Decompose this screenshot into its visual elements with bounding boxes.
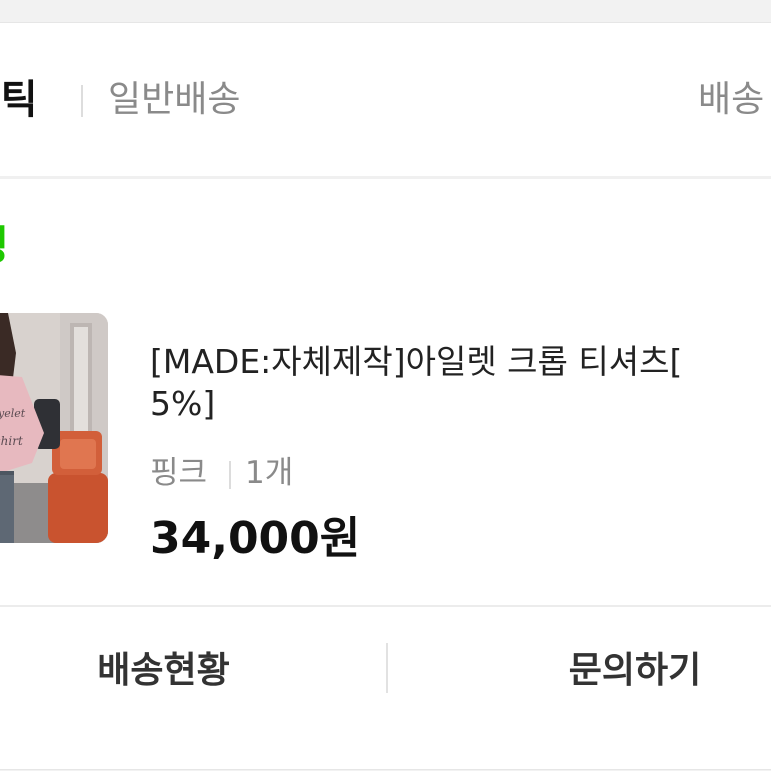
delivery-status-button[interactable]: 배송현황: [0, 607, 387, 727]
inquiry-button[interactable]: 문의하기: [389, 607, 771, 727]
product-title[interactable]: [MADE:자체제작]아일렛 크롭 티셔츠[ 5%]: [150, 341, 771, 425]
product-price: 34,000원: [150, 513, 361, 564]
thumbnail-print-text: T-shirt: [0, 434, 23, 448]
order-page: 티틱 일반배송 배송 정: [0, 0, 771, 771]
shipping-type-label: 일반배송: [108, 79, 241, 120]
product-title-line2: 5%]: [150, 384, 216, 423]
store-header[interactable]: 티틱 일반배송 배송: [0, 23, 771, 176]
option-divider: [229, 460, 232, 489]
store-name[interactable]: 티틱: [0, 76, 38, 124]
shipping-fee-link[interactable]: 배송: [698, 76, 764, 124]
divider: [81, 85, 83, 117]
order-status: 정: [0, 222, 9, 270]
order-card: 티틱 일반배송 배송 정: [0, 22, 771, 770]
product-title-line1: [MADE:자체제작]아일렛 크롭 티셔츠[: [150, 342, 683, 381]
svg-text:Eyelet: Eyelet: [0, 407, 26, 420]
product-thumbnail[interactable]: Eyelet T-shirt: [0, 313, 108, 543]
product-options: 핑크 1개: [150, 453, 293, 493]
option-color: 핑크: [150, 455, 208, 491]
button-divider: [386, 643, 388, 693]
option-quantity: 1개: [245, 455, 294, 491]
section-divider: [0, 176, 771, 179]
